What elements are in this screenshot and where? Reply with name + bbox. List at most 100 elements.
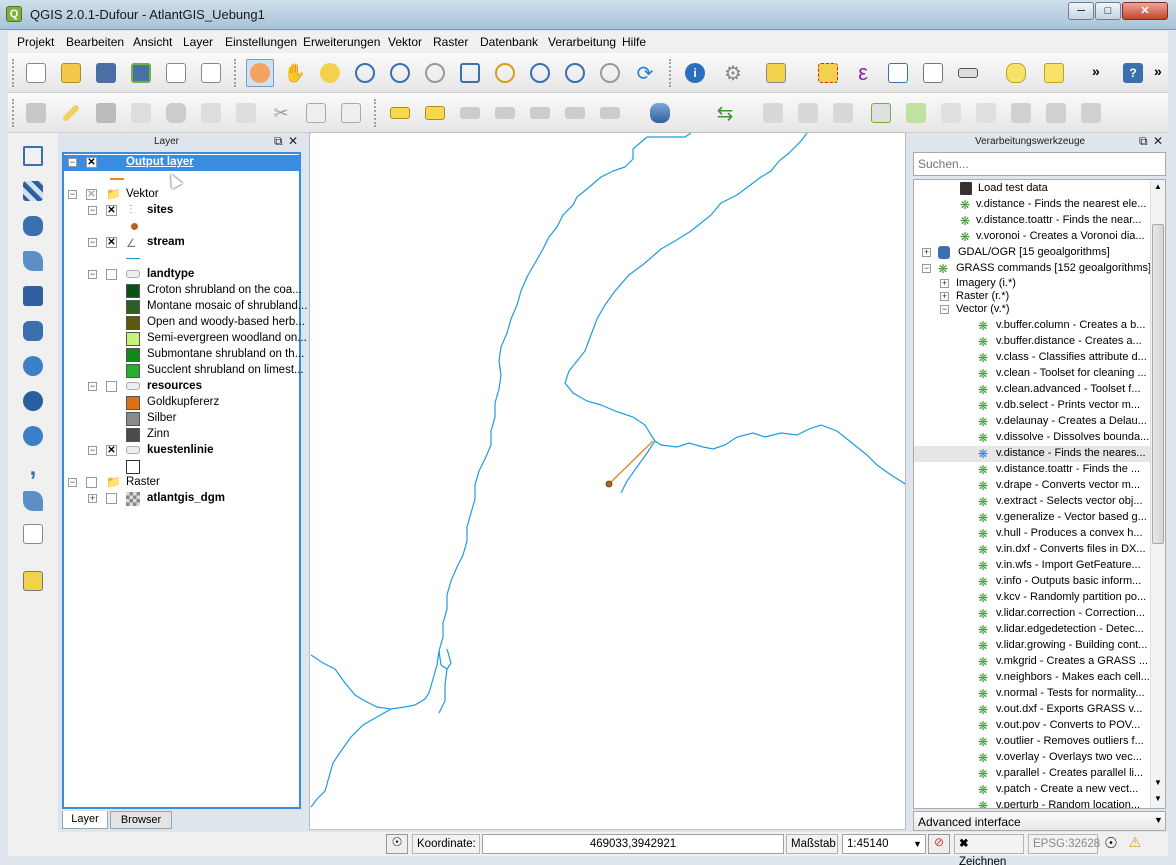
new-vector-button[interactable] xyxy=(867,99,895,127)
expand-icon[interactable]: + xyxy=(940,279,949,288)
advanced-interface-select[interactable]: Advanced interface ▼ xyxy=(913,811,1166,831)
menu-raster[interactable]: Raster xyxy=(433,35,468,49)
menu-vektor[interactable]: Vektor xyxy=(388,35,422,49)
collapse-icon[interactable]: − xyxy=(68,478,77,487)
toolbar-grip[interactable] xyxy=(374,99,378,127)
statistics-button[interactable] xyxy=(919,59,947,87)
layer-atlantgis-dgm[interactable]: + atlantgis_dgm xyxy=(64,491,299,507)
add-postgis-button[interactable] xyxy=(20,213,46,239)
new-shapefile-button[interactable] xyxy=(20,488,46,514)
scroll-down-icon[interactable]: ▼ xyxy=(1152,776,1164,790)
float-icon[interactable]: ⧉ xyxy=(274,134,283,149)
change-label-button[interactable] xyxy=(561,99,589,127)
group-raster[interactable]: − 📁 Raster xyxy=(64,475,299,491)
open-project-button[interactable] xyxy=(57,59,85,87)
add-feature-button[interactable] xyxy=(127,99,155,127)
menu-bearbeiten[interactable]: Bearbeiten xyxy=(66,35,124,49)
zoom-last-button[interactable] xyxy=(561,59,589,87)
current-edits-button[interactable] xyxy=(22,99,50,127)
processing-toolbox-button[interactable]: ⇆ xyxy=(711,99,739,127)
pan-button[interactable]: ✋ xyxy=(281,59,309,87)
toggle-editing-button[interactable] xyxy=(57,99,85,127)
minimize-button[interactable]: ─ xyxy=(1068,2,1094,20)
coordinate-toggle-icon[interactable]: ☉ xyxy=(386,834,408,854)
field-calculator-button[interactable]: ε xyxy=(849,59,877,87)
close-icon[interactable]: ✕ xyxy=(1153,134,1163,148)
grass-close-button[interactable] xyxy=(1077,99,1105,127)
tab-browser[interactable]: Browser xyxy=(110,811,172,829)
tab-layer[interactable]: Layer xyxy=(62,811,108,829)
layer-landtype[interactable]: − landtype xyxy=(64,267,299,283)
layer-visibility-checkbox[interactable] xyxy=(106,493,117,504)
grass-display-button[interactable] xyxy=(1042,99,1070,127)
attribute-table-button[interactable] xyxy=(884,59,912,87)
select-features-button[interactable] xyxy=(762,59,790,87)
add-wfs-button[interactable] xyxy=(20,423,46,449)
add-wms-button[interactable] xyxy=(20,353,46,379)
menu-verarbeitung[interactable]: Verarbeitung xyxy=(548,35,616,49)
zoom-full-button[interactable] xyxy=(456,59,484,87)
add-mssql-button[interactable] xyxy=(20,283,46,309)
close-icon[interactable]: ✕ xyxy=(288,134,298,148)
toolbar-grip[interactable] xyxy=(669,59,673,87)
layer-resources[interactable]: − resources xyxy=(64,379,299,395)
menu-ansicht[interactable]: Ansicht xyxy=(133,35,172,49)
menu-erweiterungen[interactable]: Erweiterungen xyxy=(303,35,380,49)
group-visibility-checkbox[interactable]: ✕ xyxy=(86,189,97,200)
db-manager-button[interactable] xyxy=(646,99,674,127)
warning-icon[interactable]: ⚠ xyxy=(1124,834,1146,854)
identify-zoom-button[interactable] xyxy=(246,59,274,87)
scroll-up-icon[interactable]: ▲ xyxy=(1152,180,1164,194)
expand-icon[interactable]: + xyxy=(922,248,931,257)
new-project-button[interactable] xyxy=(22,59,50,87)
identify-features-button[interactable]: i xyxy=(681,59,709,87)
collapse-icon[interactable]: − xyxy=(88,382,97,391)
render-toggle[interactable]: ✖ Zeichnen xyxy=(954,834,1024,865)
layer-visibility-checkbox[interactable]: ✕ xyxy=(106,237,117,248)
layer-output[interactable]: − ✕ Output layer xyxy=(64,155,299,171)
scale-combobox[interactable]: 1:45140 ▼ xyxy=(842,834,926,854)
layer-kuestenlinie[interactable]: − ✕ kuestenlinie xyxy=(64,443,299,459)
pin-label-button[interactable] xyxy=(596,99,624,127)
run-action-button[interactable]: ⚙ xyxy=(719,59,747,87)
more-tools-icon[interactable]: » xyxy=(1154,63,1162,79)
float-icon[interactable]: ⧉ xyxy=(1139,134,1148,149)
zoom-out-button[interactable] xyxy=(386,59,414,87)
layer-labeling-button[interactable] xyxy=(421,99,449,127)
menu-datenbank[interactable]: Datenbank xyxy=(480,35,538,49)
save-project-button[interactable] xyxy=(92,59,120,87)
zoom-next-button[interactable] xyxy=(596,59,624,87)
menu-hilfe[interactable]: Hilfe xyxy=(622,35,646,49)
processing-scrollbar[interactable]: ▲ ▼ ▼ xyxy=(1150,180,1165,808)
add-delimited-text-button[interactable]: , xyxy=(20,454,46,481)
grass-tool-button[interactable] xyxy=(902,99,930,127)
group-visibility-checkbox[interactable] xyxy=(86,477,97,488)
grass-tools-button[interactable] xyxy=(1007,99,1035,127)
zoom-actual-button[interactable] xyxy=(421,59,449,87)
grass-region-button[interactable] xyxy=(937,99,965,127)
save-edits-button[interactable] xyxy=(92,99,120,127)
rotate-label-button[interactable] xyxy=(526,99,554,127)
cut-features-button[interactable]: ✂ xyxy=(267,99,295,127)
algorithm-item[interactable]: ❋ v.distance - Finds the neares... xyxy=(914,446,1150,462)
crs-status[interactable]: EPSG:32628 xyxy=(1028,834,1100,854)
more-tools-icon[interactable]: » xyxy=(1092,63,1100,79)
georeferencer-button[interactable] xyxy=(20,568,46,594)
expand-icon[interactable]: + xyxy=(940,292,949,301)
add-raster-button[interactable] xyxy=(759,99,787,127)
refresh-button[interactable]: ⟳ xyxy=(631,59,659,87)
map-canvas[interactable] xyxy=(309,132,906,830)
menu-layer[interactable]: Layer xyxy=(183,35,213,49)
new-print-composer-button[interactable] xyxy=(162,59,190,87)
group-vektor[interactable]: − ✕ 📁 Vektor xyxy=(64,187,299,203)
new-bookmark-button[interactable] xyxy=(1040,59,1068,87)
layer-visibility-checkbox[interactable]: ✕ xyxy=(106,205,117,216)
node-tool-button[interactable] xyxy=(197,99,225,127)
help-button[interactable]: ? xyxy=(1119,59,1147,87)
collapse-icon[interactable]: − xyxy=(68,158,77,167)
grass-edit-button[interactable] xyxy=(972,99,1000,127)
add-raster-layer-button[interactable] xyxy=(20,178,46,204)
collapse-icon[interactable]: − xyxy=(940,305,949,314)
collapse-icon[interactable]: − xyxy=(922,264,931,273)
close-button[interactable]: ✕ xyxy=(1122,2,1168,20)
